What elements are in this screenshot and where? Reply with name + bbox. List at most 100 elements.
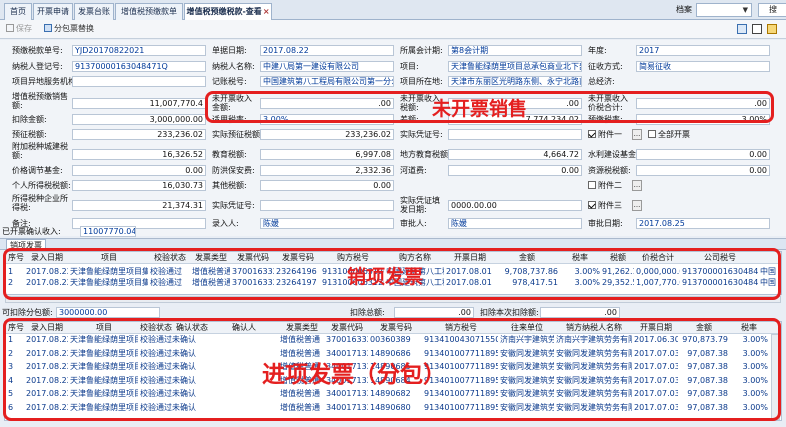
tab-home[interactable]: 首页 [4,3,32,20]
input-annotation-text: 进项发票（分包） [262,361,446,388]
local-education-tax-field[interactable]: 4,664.72 [448,149,582,160]
form-label: 单据日期: [212,46,247,55]
form-label: 附件一 [598,130,622,139]
form-label: 地方教育税额: [400,150,451,159]
form-label: 审批日期: [588,219,623,228]
attach-icon[interactable] [767,24,777,34]
form-label: 总经济: [588,77,615,86]
attachment1-checkbox[interactable] [588,130,596,138]
price-fund-field[interactable]: 0.00 [72,165,206,176]
actual-voucher-field[interactable] [260,200,394,211]
chevron-down-icon: ▼ [742,6,748,14]
tab-invoice-ledger[interactable]: 发票台账 [74,3,114,20]
attachment2-checkbox[interactable] [588,181,596,189]
save-icon [6,24,14,32]
split-replace-button[interactable]: 分包票替换 [44,22,94,36]
print-icon[interactable] [752,24,762,34]
form-label: 实际凭证填发日期: [400,196,440,214]
form-label: 项目: [400,62,419,71]
personal-tax-field[interactable]: 16,030.73 [72,180,206,191]
form-label: 水利建设基金: [588,150,639,159]
close-icon[interactable]: × [263,7,270,16]
split-label: 分包票替换 [54,24,94,33]
tab-label: 增值税预缴税款-查看 [186,7,262,16]
form-label: 项目异地服务机构: [12,77,79,86]
form-label: 记账税号: [212,77,247,86]
form-label: 项目所在地: [400,77,443,86]
form-label: 全部开票 [658,130,690,139]
export-icon[interactable] [737,24,747,34]
actual-prepay-tax-field[interactable]: 233,236.02 [260,129,394,140]
form-label: 附加税种城建税额: [12,142,68,160]
attachment3-checkbox[interactable] [588,201,596,209]
voucher-date-field[interactable]: 0000.00.00 [448,200,582,211]
deduct-label: 扣除总额: [350,308,385,317]
voucher-no-field[interactable] [448,129,582,140]
form-label: 所属会计期: [400,46,443,55]
form-label: 增值税预缴销售额: [12,92,68,110]
deduct-current-field[interactable]: .00 [540,307,620,318]
split-icon [44,24,52,32]
form-label: 已开票确认收入: [2,227,61,236]
attachment1-browse-button[interactable]: ... [632,129,642,140]
deduction-field[interactable]: 3,000,000.00 [72,114,206,125]
education-tax-field[interactable]: 6,997.08 [260,149,394,160]
project-field[interactable]: 天津鲁能绿荫里项目总承包商业北下部分精装 [448,61,582,72]
form-label: 年度: [588,46,607,55]
form-label: 防洪保安费: [212,166,255,175]
all-billed-checkbox[interactable] [648,130,656,138]
form-label: 河道费: [400,166,427,175]
prepay-no-field[interactable]: YJD20170822021 [72,45,206,56]
entry-person-field[interactable]: 陈媛 [260,218,394,229]
form-label: 实际凭证号: [212,201,255,210]
deduct-label: 扣除本次扣除额: [480,308,539,317]
remote-agency-field[interactable] [72,76,206,87]
tab-billing-request[interactable]: 开票申请 [33,3,73,20]
taxpayer-id-field[interactable]: 91370000163048471Q [72,61,206,72]
form-label: 附件三 [598,201,622,210]
save-label: 保存 [16,24,32,33]
archive-select[interactable]: ▼ [696,3,752,17]
form-label: 预征税额: [12,130,47,139]
prepay-tax-field[interactable]: 233,236.02 [72,129,206,140]
tab-vat-prepay-list[interactable]: 增值税预缴款单 [115,3,183,20]
search-button[interactable]: 搜 [758,3,786,17]
water-fund-field[interactable]: 0.00 [636,149,770,160]
year-field[interactable]: 2017 [636,45,770,56]
prepay-sales-field[interactable]: 11,007,770.4 [72,98,206,109]
approval-date-field[interactable]: 2017.08.25 [636,218,770,229]
enterprise-tax-field[interactable]: 21,374.31 [72,200,206,211]
sales-annotation-text: 销项发票 [347,266,424,288]
collection-method-field[interactable]: 简易征收 [636,61,770,72]
deductible-field[interactable]: 3000000.00 [56,307,160,318]
tab-vat-prepay-view[interactable]: 增值税预缴税款-查看× [184,3,272,21]
form-label: 扣除金额: [12,115,47,124]
urban-tax-field[interactable]: 16,326.52 [72,149,206,160]
river-fee-field[interactable]: 0.00 [448,165,582,176]
form-label: 其他税额: [212,181,247,190]
approver-field[interactable]: 陈媛 [448,218,582,229]
form-label: 教育税额: [212,150,247,159]
period-field[interactable]: 第8会计期 [448,45,582,56]
save-button[interactable]: 保存 [6,22,32,36]
form-label: 实际预征税额: [212,130,263,139]
attachment3-browse-button[interactable]: ... [632,200,642,211]
flood-fee-field[interactable]: 2,332.36 [260,165,394,176]
archive-label: 档案 [676,5,692,14]
deduct-label: 可扣除分包额: [2,308,53,317]
resource-tax-field[interactable]: 0.00 [636,165,770,176]
taxpayer-name-field[interactable]: 中建八局第一建设有限公司 [260,61,394,72]
doc-date-field[interactable]: 2017.08.22 [260,45,394,56]
confirmed-income-field[interactable]: 11007770.04 [80,226,136,237]
form-label: 录入人: [212,219,239,228]
form-label: 价格调节基金: [12,166,63,175]
deduct-total-field[interactable]: .00 [394,307,474,318]
form-label: 个人所得税税额: [12,181,71,190]
other-tax-field[interactable]: 0.00 [260,180,394,191]
form-label: 纳税人登记号: [12,62,63,71]
project-location-field[interactable]: 天津市东丽区光明路东侧、永宁北路南侧、平安路 [448,76,582,87]
attachment2-browse-button[interactable]: ... [632,180,642,191]
unbilled-annotation-text: 未开票销售 [432,98,528,120]
toolbar [0,20,786,39]
tax-account-field[interactable]: 中国建筑第八工程局有限公司第一分公司 [260,76,394,87]
